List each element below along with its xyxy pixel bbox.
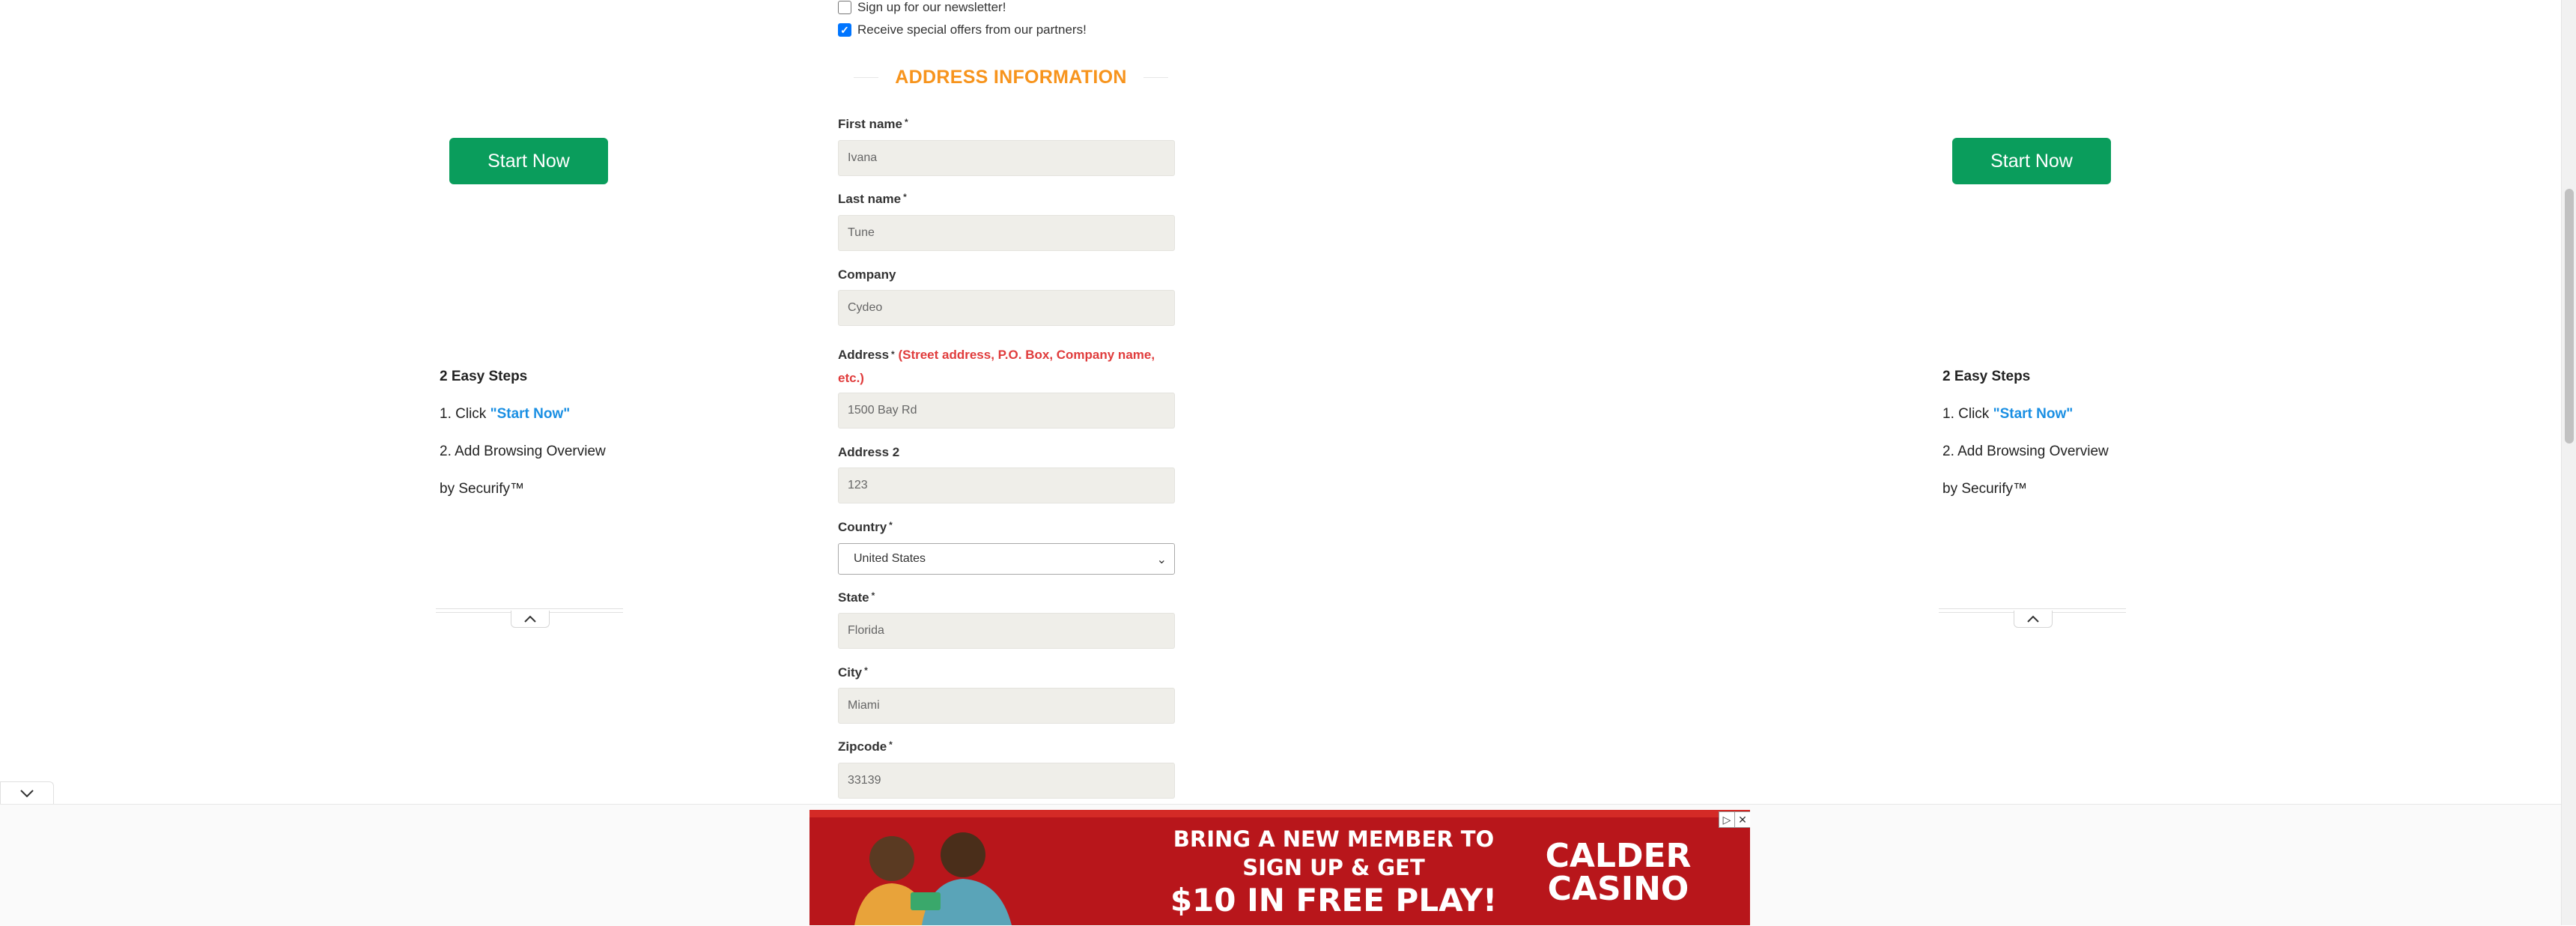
first-name-input[interactable]: Ivana: [838, 140, 1175, 176]
easy-steps-right: 2 Easy Steps 1. Click "Start Now" 2. Add…: [1942, 369, 2137, 518]
partner-offers-checkbox[interactable]: ✓: [838, 23, 851, 37]
heading-rule-right: [1143, 76, 1168, 78]
address-label-text: Address: [838, 348, 890, 362]
chevron-up-icon[interactable]: [511, 611, 550, 628]
company-label: Company: [838, 267, 896, 282]
first-name-label-text: First name: [838, 117, 902, 131]
ad-brand-line2: CASINO: [1547, 870, 1689, 908]
ad-brand-line1: CALDER: [1545, 837, 1692, 875]
required-mark: *: [891, 349, 895, 360]
casino-ad-banner[interactable]: BRING A NEW MEMBER TO SIGN UP & GET $10 …: [809, 810, 1750, 925]
required-mark: *: [864, 665, 868, 676]
address-section-title: ADDRESS INFORMATION: [895, 66, 1127, 88]
scrollbar-thumb[interactable]: [2565, 189, 2574, 444]
easy-steps-heading: 2 Easy Steps: [440, 369, 528, 384]
zipcode-value: 33139: [848, 774, 881, 787]
city-label-text: City: [838, 665, 863, 680]
ad-people-image: [854, 832, 1012, 925]
ad-line1: BRING A NEW MEMBER TO: [1173, 826, 1495, 852]
heading-rule-left: [854, 76, 879, 78]
address-input[interactable]: 1500 Bay Rd: [838, 393, 1175, 429]
step1-prefix: 1. Click: [1942, 406, 1993, 422]
ad-close-icon[interactable]: ✕: [1734, 811, 1750, 828]
address2-label: Address 2: [838, 445, 899, 460]
easy-steps-step2: 2. Add Browsing Overview: [1942, 444, 2109, 459]
easy-steps-step3: by Securify™: [1942, 481, 2027, 497]
easy-steps-heading: 2 Easy Steps: [1942, 369, 2031, 384]
collapse-toggle-right[interactable]: [1939, 608, 2126, 631]
chevron-down-icon: ⌄: [1156, 554, 1167, 566]
first-name-value: Ivana: [848, 151, 878, 164]
address-section-heading: ADDRESS INFORMATION: [854, 61, 1168, 93]
chevron-up-icon[interactable]: [2014, 611, 2053, 628]
start-now-button-left[interactable]: Start Now: [449, 138, 608, 184]
easy-steps-step3: by Securify™: [440, 481, 524, 497]
last-name-label: Last name *: [838, 192, 907, 207]
country-value: United States: [854, 552, 926, 565]
company-input[interactable]: Cydeo: [838, 290, 1175, 326]
state-input[interactable]: Florida: [838, 613, 1175, 649]
newsletter-signup-checkbox[interactable]: [838, 1, 851, 14]
easy-steps-step1: 1. Click "Start Now": [440, 406, 634, 423]
required-mark: *: [903, 192, 907, 202]
ad-line3: $10 IN FREE PLAY!: [1170, 882, 1498, 919]
city-label: City *: [838, 665, 868, 680]
address2-value: 123: [848, 479, 868, 491]
company-value: Cydeo: [848, 301, 883, 314]
start-now-link[interactable]: "Start Now": [1993, 406, 2074, 422]
adchoices-icon[interactable]: ▷: [1719, 811, 1735, 828]
newsletter-signup-row[interactable]: Sign up for our newsletter!: [838, 0, 1006, 15]
last-name-value: Tune: [848, 226, 875, 239]
state-label: State *: [838, 590, 875, 605]
start-now-label: Start Now: [1990, 150, 2073, 172]
start-now-button-right[interactable]: Start Now: [1952, 138, 2111, 184]
last-name-input[interactable]: Tune: [838, 215, 1175, 251]
ad-stripe: [809, 810, 1750, 817]
start-now-label: Start Now: [487, 150, 570, 172]
address-value: 1500 Bay Rd: [848, 404, 917, 417]
state-label-text: State: [838, 590, 869, 605]
zipcode-label: Zipcode *: [838, 739, 893, 754]
company-label-text: Company: [838, 267, 896, 282]
last-name-label-text: Last name: [838, 192, 902, 206]
easy-steps-step1: 1. Click "Start Now": [1942, 406, 2137, 423]
zipcode-input[interactable]: 33139: [838, 763, 1175, 799]
ad-line2: SIGN UP & GET: [1242, 855, 1425, 880]
page-scrollbar[interactable]: [2561, 0, 2576, 925]
city-value: Miami: [848, 699, 880, 712]
address2-input[interactable]: 123: [838, 467, 1175, 503]
required-mark: *: [889, 520, 893, 530]
zipcode-label-text: Zipcode: [838, 739, 887, 754]
partner-offers-row[interactable]: ✓ Receive special offers from our partne…: [838, 22, 1087, 37]
easy-steps-step2: 2. Add Browsing Overview: [440, 444, 606, 459]
address2-label-text: Address 2: [838, 445, 900, 459]
country-select[interactable]: United States ⌄: [838, 543, 1175, 575]
state-value: Florida: [848, 624, 884, 637]
city-input[interactable]: Miami: [838, 688, 1175, 724]
step1-prefix: 1. Click: [440, 406, 490, 422]
easy-steps-left: 2 Easy Steps 1. Click "Start Now" 2. Add…: [440, 369, 634, 518]
address-label: Address * (Street address, P.O. Box, Comp…: [838, 343, 1182, 390]
required-mark: *: [889, 739, 893, 750]
ad-brand: CALDER CASINO: [1506, 840, 1731, 906]
checkmark-icon: ✓: [840, 24, 849, 36]
start-now-link[interactable]: "Start Now": [490, 406, 571, 422]
ad-collapse-toggle[interactable]: [0, 781, 54, 805]
partner-offers-label: Receive special offers from our partners…: [857, 22, 1087, 37]
required-mark: *: [904, 117, 908, 127]
required-mark: *: [871, 590, 875, 601]
chevron-down-icon: [20, 790, 34, 798]
country-label: Country *: [838, 520, 893, 535]
first-name-label: First name *: [838, 117, 908, 132]
collapse-toggle-left[interactable]: [436, 608, 623, 631]
ad-copy: BRING A NEW MEMBER TO SIGN UP & GET $10 …: [1124, 825, 1543, 919]
newsletter-signup-label: Sign up for our newsletter!: [857, 0, 1006, 14]
country-label-text: Country: [838, 520, 887, 534]
